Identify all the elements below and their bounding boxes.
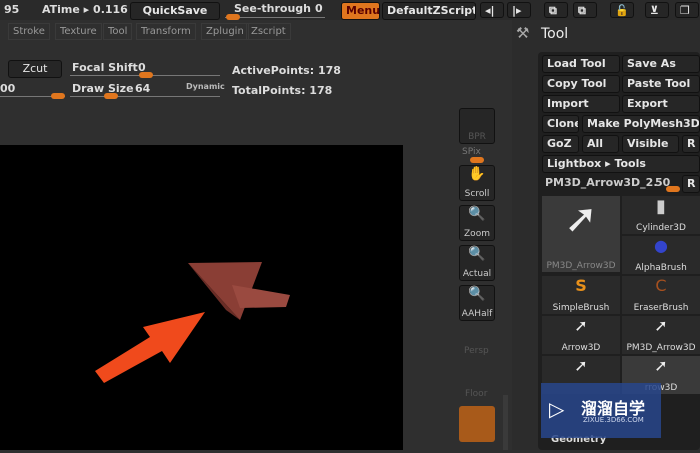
lightbox-tools-button[interactable]: Lightbox ▸ Tools — [542, 155, 700, 173]
lock-icon[interactable]: 🔓 — [610, 2, 634, 18]
draw-size-label: Draw Size — [72, 82, 134, 95]
current-tool-label: PM3D_Arrow3D_2. — [545, 176, 658, 189]
total-points: TotalPoints: 178 — [232, 84, 333, 97]
see-through-value: 0 — [315, 2, 323, 15]
menu-zplugin[interactable]: Zplugin — [201, 23, 249, 40]
bpr-button[interactable]: BPR — [459, 108, 495, 144]
hand-icon: ✋ — [468, 166, 486, 182]
solo-button[interactable] — [459, 406, 495, 442]
spix-label: SPix — [462, 147, 481, 157]
tool-thumb[interactable]: S SimpleBrush — [542, 276, 620, 314]
magnifier-half-icon: 🔍 — [468, 286, 486, 302]
actual-button[interactable]: 🔍 Actual — [459, 245, 495, 281]
next-icon[interactable]: |▸ — [507, 2, 531, 18]
menu-zscript[interactable]: Zscript — [246, 23, 291, 40]
spix-knob[interactable] — [470, 157, 484, 163]
layout-icon[interactable]: ⧉ — [544, 2, 568, 18]
load-tool-button[interactable]: Load Tool — [542, 55, 620, 73]
hammer-icon: ⚒ — [516, 24, 530, 42]
magnifier-x1-icon: 🔍 — [468, 246, 486, 262]
menus-button[interactable]: Menus — [341, 2, 380, 20]
atime: ATime ▸ 0.116 — [42, 3, 128, 16]
save-as-button[interactable]: Save As — [622, 55, 700, 73]
import-button[interactable]: Import — [542, 95, 620, 113]
canvas[interactable] — [0, 145, 403, 450]
goz-button[interactable]: GoZ — [542, 135, 579, 153]
quicksave-button[interactable]: QuickSave — [130, 2, 220, 20]
left-value: 00 — [0, 82, 16, 95]
prev-icon[interactable]: ◂| — [480, 2, 504, 18]
menu-texture[interactable]: Texture — [55, 23, 102, 40]
draw-size-value: 64 — [135, 82, 151, 95]
visible-button[interactable]: Visible — [622, 135, 679, 153]
floor-button[interactable]: Floor — [465, 389, 487, 399]
fps: 95 — [4, 3, 20, 16]
scroll-button[interactable]: ✋ Scroll — [459, 165, 495, 201]
current-r-button[interactable]: R — [682, 175, 700, 193]
annotation-arrow-icon — [95, 312, 205, 383]
see-through-knob[interactable] — [226, 14, 240, 20]
arrow3d-model — [188, 262, 290, 320]
canvas-svg — [95, 262, 290, 383]
arrow-icon: ➚ — [654, 316, 668, 335]
arrow-icon: ➚ — [654, 356, 668, 375]
watermark-url: ZIXUE.3D66.COM — [583, 416, 644, 424]
active-points: ActivePoints: 178 — [232, 64, 341, 77]
tool-thumb[interactable]: ➚ PM3D_Arrow3D — [622, 316, 700, 354]
aahalf-button[interactable]: 🔍 AAHalf — [459, 285, 495, 321]
zcut-button[interactable]: Zcut — [8, 60, 62, 78]
clone-button[interactable]: Clone — [542, 115, 579, 133]
eraserbrush-icon: C — [655, 276, 667, 295]
arrow-icon: ➚ — [574, 356, 588, 375]
arrow-icon: ➚ — [564, 196, 598, 242]
see-through-slider[interactable] — [225, 17, 325, 18]
minimize-icon[interactable]: ⊻ — [645, 2, 669, 18]
left-knob[interactable] — [51, 93, 65, 99]
focal-shift-label: Focal Shift — [72, 61, 138, 74]
layout2-icon[interactable]: ⧉ — [573, 2, 597, 18]
tool-thumb[interactable]: C EraserBrush — [622, 276, 700, 314]
focal-shift-knob[interactable] — [139, 72, 153, 78]
paste-tool-button[interactable]: Paste Tool — [622, 75, 700, 93]
tool-thumb-selected[interactable]: ➚ PM3D_Arrow3D — [542, 196, 620, 272]
menu-transform[interactable]: Transform — [136, 23, 196, 40]
magnifier-icon: 🔍 — [468, 206, 486, 222]
tool-thumb[interactable]: ▮ Cylinder3D — [622, 196, 700, 234]
draw-size-knob[interactable] — [104, 93, 118, 99]
zoom-button[interactable]: 🔍 Zoom — [459, 205, 495, 241]
menu-tool[interactable]: Tool — [103, 23, 133, 40]
watermark: ▷ 溜溜自学 ZIXUE.3D66.COM — [541, 383, 661, 438]
tool-title: Tool — [541, 26, 569, 42]
persp-button[interactable]: Persp — [464, 346, 489, 356]
dynamic-toggle[interactable]: Dynamic — [186, 82, 225, 91]
cylinder-icon: ▮ — [656, 196, 666, 217]
restore-icon[interactable]: ❐ — [675, 2, 699, 18]
r-button[interactable]: R — [682, 135, 700, 153]
current-tool-knob[interactable] — [666, 186, 680, 192]
draw-size-slider[interactable] — [70, 96, 220, 97]
simplebrush-icon: S — [575, 276, 587, 295]
see-through-label: See-through — [234, 2, 312, 15]
arrow-icon: ➚ — [574, 316, 588, 335]
script-button[interactable]: DefaultZScript — [382, 2, 476, 20]
tool-thumb[interactable]: ● AlphaBrush — [622, 236, 700, 274]
watermark-play-icon: ▷ — [549, 397, 565, 421]
menu-stroke[interactable]: Stroke — [8, 23, 50, 40]
alphabrush-icon: ● — [654, 236, 668, 255]
tool-thumb[interactable]: ➚ Arrow3D — [542, 316, 620, 354]
copy-tool-button[interactable]: Copy Tool — [542, 75, 620, 93]
scrollbar[interactable] — [503, 395, 508, 450]
export-button[interactable]: Export — [622, 95, 700, 113]
all-button[interactable]: All — [582, 135, 619, 153]
make-polymesh-button[interactable]: Make PolyMesh3D — [582, 115, 700, 133]
